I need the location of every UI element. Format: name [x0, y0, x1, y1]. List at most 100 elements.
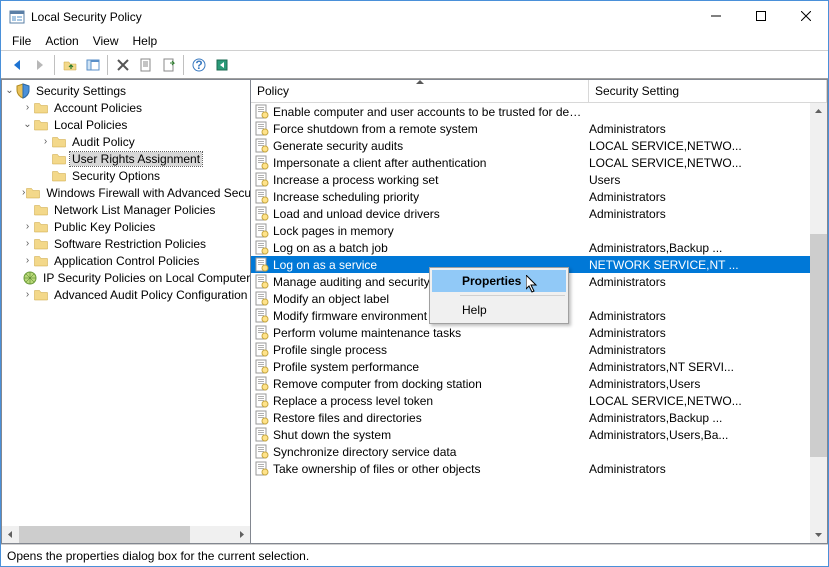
menu-help[interactable]: Help: [126, 33, 165, 49]
tree-root[interactable]: ⌄Security Settings: [2, 82, 250, 99]
policy-name: Increase a process working set: [273, 173, 589, 187]
policy-row[interactable]: Profile single processAdministrators: [251, 341, 827, 358]
policy-name: Restore files and directories: [273, 411, 589, 425]
back-button[interactable]: [5, 54, 28, 76]
tree-item-label: Software Restriction Policies: [52, 237, 208, 251]
policy-setting: Administrators,Backup ...: [589, 241, 827, 255]
list-header: Policy Security Setting: [251, 80, 827, 103]
policy-row[interactable]: Perform volume maintenance tasksAdminist…: [251, 324, 827, 341]
tree-item[interactable]: ›Advanced Audit Policy Configuration: [2, 286, 250, 303]
tree-item[interactable]: ›Application Control Policies: [2, 252, 250, 269]
folder-icon: [33, 219, 49, 235]
scroll-right-icon[interactable]: [233, 526, 250, 543]
policy-setting: Administrators: [589, 207, 827, 221]
policy-icon: [254, 325, 270, 341]
scroll-down-icon[interactable]: [810, 526, 827, 543]
policy-name: Replace a process level token: [273, 394, 589, 408]
policy-setting: Administrators,Backup ...: [589, 411, 827, 425]
tree-item[interactable]: ›Software Restriction Policies: [2, 235, 250, 252]
tree-item-label: Public Key Policies: [52, 220, 157, 234]
policy-row[interactable]: Generate security auditsLOCAL SERVICE,NE…: [251, 137, 827, 154]
policy-setting: Administrators: [589, 462, 827, 476]
tree-item[interactable]: ›Public Key Policies: [2, 218, 250, 235]
tree-item[interactable]: ⌄Local Policies: [2, 116, 250, 133]
policy-row[interactable]: Increase a process working setUsers: [251, 171, 827, 188]
policy-name: Shut down the system: [273, 428, 589, 442]
policy-setting: Administrators,Users: [589, 377, 827, 391]
folder-icon: [33, 236, 49, 252]
refresh-policy-button[interactable]: [210, 54, 233, 76]
menu-action[interactable]: Action: [38, 33, 85, 49]
policy-row[interactable]: Profile system performanceAdministrators…: [251, 358, 827, 375]
policy-row[interactable]: Lock pages in memory: [251, 222, 827, 239]
policy-name: Perform volume maintenance tasks: [273, 326, 589, 340]
policy-setting: Administrators: [589, 190, 827, 204]
tree-item[interactable]: ›Account Policies: [2, 99, 250, 116]
toolbar-separator: [54, 55, 55, 75]
maximize-button[interactable]: [738, 1, 783, 30]
policy-row[interactable]: Restore files and directoriesAdministrat…: [251, 409, 827, 426]
policy-icon: [254, 206, 270, 222]
policy-icon: [254, 121, 270, 137]
forward-button[interactable]: [28, 54, 51, 76]
scroll-up-icon[interactable]: [810, 103, 827, 120]
menu-file[interactable]: File: [5, 33, 38, 49]
policy-row[interactable]: Enable computer and user accounts to be …: [251, 103, 827, 120]
show-hide-tree-button[interactable]: [81, 54, 104, 76]
folder-icon: [33, 117, 49, 133]
folder-icon: [25, 185, 41, 201]
tree-item[interactable]: User Rights Assignment: [2, 150, 250, 167]
list-vscrollbar[interactable]: [810, 103, 827, 543]
tree-item-label: Advanced Audit Policy Configuration: [52, 288, 249, 302]
policy-row[interactable]: Force shutdown from a remote systemAdmin…: [251, 120, 827, 137]
tree-root-label: Security Settings: [34, 84, 128, 98]
tree-item[interactable]: ›Audit Policy: [2, 133, 250, 150]
up-button[interactable]: [58, 54, 81, 76]
policy-icon: [254, 444, 270, 460]
app-icon: [9, 9, 25, 25]
policy-row[interactable]: Log on as a batch jobAdministrators,Back…: [251, 239, 827, 256]
policy-setting: NETWORK SERVICE,NT ...: [589, 258, 827, 272]
tree-view[interactable]: ⌄Security Settings›Account Policies⌄Loca…: [2, 80, 250, 526]
policy-row[interactable]: Replace a process level tokenLOCAL SERVI…: [251, 392, 827, 409]
column-security-setting[interactable]: Security Setting: [589, 80, 827, 102]
scroll-left-icon[interactable]: [2, 526, 19, 543]
toolbar-separator: [107, 55, 108, 75]
tree-hscrollbar[interactable]: [2, 526, 250, 543]
policy-row[interactable]: Impersonate a client after authenticatio…: [251, 154, 827, 171]
policy-setting: Administrators: [589, 326, 827, 340]
delete-button[interactable]: [111, 54, 134, 76]
tree-item-label: IP Security Policies on Local Computer: [41, 271, 250, 285]
policy-row[interactable]: Remove computer from docking stationAdmi…: [251, 375, 827, 392]
policy-icon: [254, 155, 270, 171]
policy-setting: Administrators,NT SERVI...: [589, 360, 827, 374]
tree-item[interactable]: Security Options: [2, 167, 250, 184]
tree-item[interactable]: ›Windows Firewall with Advanced Security: [2, 184, 250, 201]
export-button[interactable]: [157, 54, 180, 76]
minimize-button[interactable]: [693, 1, 738, 30]
tree-item-label: User Rights Assignment: [70, 152, 202, 166]
policy-icon: [254, 342, 270, 358]
policy-setting: Administrators: [589, 343, 827, 357]
folder-icon: [51, 151, 67, 167]
tree-item-label: Windows Firewall with Advanced Security: [44, 186, 250, 200]
column-policy[interactable]: Policy: [251, 80, 589, 102]
close-button[interactable]: [783, 1, 828, 30]
policy-row[interactable]: Load and unload device driversAdministra…: [251, 205, 827, 222]
status-text: Opens the properties dialog box for the …: [7, 549, 309, 563]
context-help[interactable]: Help: [432, 299, 566, 321]
tree-item[interactable]: IP Security Policies on Local Computer: [2, 269, 250, 286]
menu-view[interactable]: View: [86, 33, 126, 49]
context-properties[interactable]: Properties: [432, 270, 566, 292]
policy-row[interactable]: Increase scheduling priorityAdministrato…: [251, 188, 827, 205]
properties-button[interactable]: [134, 54, 157, 76]
policy-row[interactable]: Shut down the systemAdministrators,Users…: [251, 426, 827, 443]
policy-icon: [254, 376, 270, 392]
policy-row[interactable]: Take ownership of files or other objects…: [251, 460, 827, 477]
menubar: File Action View Help: [1, 32, 828, 51]
policy-row[interactable]: Synchronize directory service data: [251, 443, 827, 460]
help-button[interactable]: ?: [187, 54, 210, 76]
tree-item[interactable]: Network List Manager Policies: [2, 201, 250, 218]
policy-name: Remove computer from docking station: [273, 377, 589, 391]
window-controls: [693, 1, 828, 32]
